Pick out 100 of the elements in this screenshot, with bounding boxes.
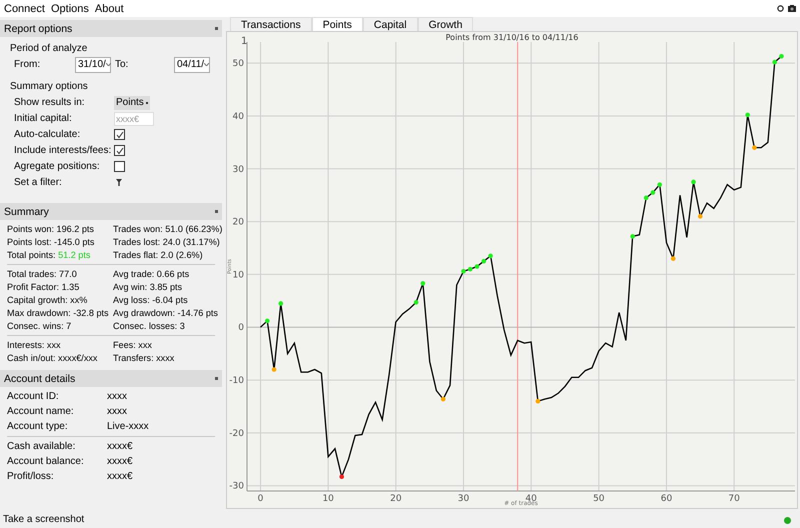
account-value: xxxx€: [107, 471, 134, 482]
to-date-field[interactable]: 04/11/: [174, 56, 210, 72]
trade-marker: [482, 258, 486, 264]
checkbox[interactable]: [114, 145, 125, 156]
y-tick-label: 20: [232, 218, 244, 228]
trade-marker: [474, 264, 480, 269]
y-tick-label: -30: [229, 482, 244, 492]
y-tick-label: 40: [232, 112, 244, 122]
summary-stat: Points lost: -145.0 pts: [7, 237, 96, 247]
trade-marker: [657, 182, 662, 187]
trade-marker: [265, 318, 270, 324]
summary-stat: Max drawdown: -32.8 pts: [7, 308, 110, 318]
from-date-field[interactable]: 31/10/: [75, 56, 111, 72]
trade-marker: [536, 398, 540, 404]
summary-stat: Interests: xxx: [7, 340, 62, 350]
account-label: Profit/loss:: [7, 471, 55, 482]
results-unit-dropdown[interactable]: Points: [114, 96, 150, 110]
trade-marker: [630, 234, 635, 239]
group-title: Summary options: [10, 81, 89, 92]
trade-marker: [698, 214, 703, 219]
trade-marker: [468, 266, 473, 272]
summary-stat: Capital growth: xx%: [7, 295, 88, 305]
trade-marker: [272, 367, 276, 372]
section-title: Account details: [4, 372, 76, 384]
refresh-icon[interactable]: [777, 5, 784, 12]
trade-marker: [420, 281, 426, 286]
summary-stat: Trades lost: 24.0 (31.17%): [113, 237, 221, 247]
summary-stat: Avg loss: -6.04 pts: [113, 295, 189, 305]
x-tick-label: 50: [593, 494, 605, 504]
chevron-down-icon[interactable]: [106, 63, 111, 66]
trade-marker: [779, 54, 784, 59]
x-tick-label: 0: [258, 494, 264, 504]
account-label: Account type:: [7, 421, 69, 432]
initial-capital-field[interactable]: xxxx€: [114, 112, 154, 126]
trade-marker: [461, 268, 466, 274]
status-text[interactable]: Take a screenshot: [0, 514, 88, 526]
option-label: Agregate positions:: [14, 161, 101, 172]
dropdown-marker-icon[interactable]: [146, 102, 148, 104]
trade-marker: [650, 190, 656, 195]
summary-stat: Points won: 196.2 pts: [7, 224, 95, 234]
trade-marker: [339, 474, 344, 480]
to-label: To:: [115, 59, 130, 70]
tab[interactable]: Transactions: [230, 17, 312, 31]
menu-item[interactable]: About: [94, 2, 124, 14]
trade-marker: [644, 196, 648, 200]
x-tick-label: 70: [728, 494, 740, 504]
x-tick-label: 60: [660, 494, 672, 504]
trade-marker: [772, 60, 777, 64]
option-label: Show results in:: [14, 97, 86, 108]
summary-stat: Fees: xxx: [113, 340, 153, 350]
y-tick-label: -20: [229, 428, 244, 439]
option-label: Initial capital:: [14, 113, 73, 124]
tab[interactable]: Capital: [362, 17, 418, 31]
y-tick-label: 50: [232, 59, 244, 70]
menu-item[interactable]: Options: [50, 2, 89, 14]
checkbox[interactable]: [114, 161, 125, 172]
chevron-down-icon[interactable]: [204, 63, 210, 66]
trade-marker: [440, 396, 446, 402]
option-label: Set a filter:: [14, 177, 63, 188]
summary-stat: Cash in/out: xxxx€/xxx: [7, 353, 98, 363]
group-title: Period of analyze: [10, 43, 88, 54]
account-label: Cash available:: [7, 441, 76, 452]
summary-stat: Consec. losses: 3: [113, 321, 186, 331]
summary-stat: Total points: 51.2 pts: [7, 250, 92, 260]
summary-stat: Avg trade: 0.66 pts: [113, 269, 190, 279]
camera-icon[interactable]: [788, 5, 796, 12]
trade-marker: [752, 145, 757, 150]
filter-icon[interactable]: [116, 179, 122, 186]
account-value: xxxx: [107, 391, 128, 402]
menu-item[interactable]: Connect: [4, 2, 45, 14]
section-title: Summary: [4, 206, 49, 218]
account-value: Live-xxxx: [107, 421, 150, 432]
summary-stat: Total trades: 77.0: [7, 269, 78, 279]
chart-corner-label: 1: [241, 36, 248, 47]
summary-stat: Avg win: 3.85 pts: [113, 282, 184, 292]
x-tick-label: 30: [458, 494, 470, 504]
option-label: Auto-calculate:: [14, 129, 82, 140]
summary-stat: Trades won: 51.0 (66.23%): [113, 224, 222, 234]
account-value: xxxx: [107, 406, 128, 417]
from-label: From:: [14, 59, 42, 70]
tab[interactable]: Growth: [418, 17, 474, 31]
tab[interactable]: Points: [312, 17, 363, 31]
y-tick-label: -10: [229, 376, 244, 386]
summary-stat: Profit Factor: 1.35: [7, 282, 80, 292]
trade-marker: [414, 300, 418, 305]
summary-stat: Avg drawdown: -14.76 pts: [113, 308, 218, 318]
section-title: Report options: [4, 22, 72, 34]
chart-title: Points from 31/10/16 to 04/11/16: [446, 33, 578, 42]
account-value: xxxx€: [107, 456, 134, 467]
trade-marker: [278, 301, 284, 306]
y-tick-label: 30: [232, 164, 244, 175]
y-tick-label: 10: [232, 270, 244, 280]
trade-marker: [745, 112, 750, 118]
x-tick-label: 10: [322, 494, 334, 504]
x-tick-label: 20: [390, 494, 402, 504]
trade-marker: [670, 256, 676, 261]
account-label: Account balance:: [7, 456, 85, 467]
checkbox[interactable]: [114, 129, 125, 140]
summary-stat: Trades flat: 2.0 (2.6%): [113, 250, 204, 260]
summary-stat: Transfers: xxxx: [113, 353, 176, 363]
